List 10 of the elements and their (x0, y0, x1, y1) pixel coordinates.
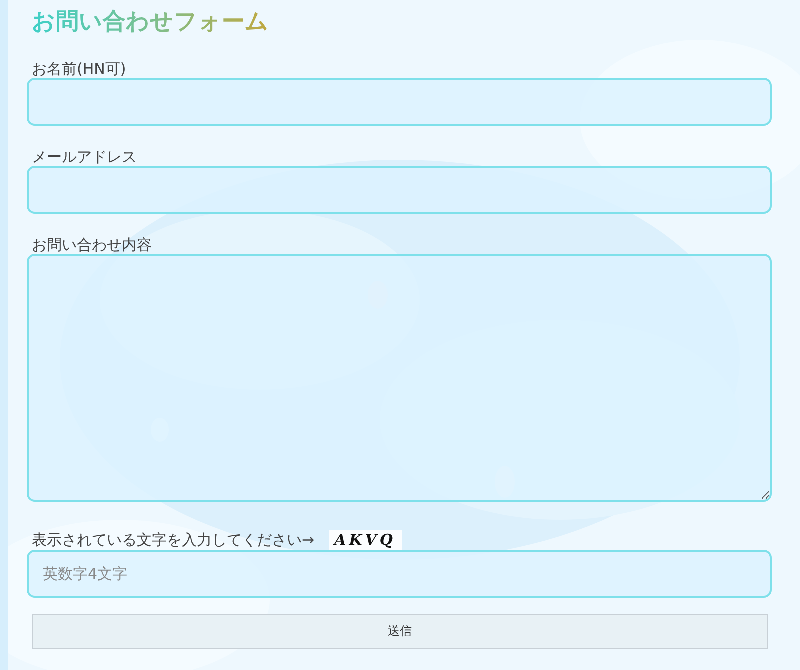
field-label: お名前(HN可) (32, 60, 126, 78)
captcha-label: 表示されている文字を入力してください→ (32, 531, 315, 549)
submit-button[interactable]: 送信 (32, 614, 768, 649)
field-label: メールアドレス (32, 148, 137, 166)
captcha-image: AKVQ (328, 530, 402, 550)
captcha-field[interactable]: 英数字4文字 (27, 550, 772, 598)
input-field[interactable] (27, 78, 772, 126)
input-field[interactable] (27, 166, 772, 214)
field-label: お問い合わせ内容 (32, 236, 152, 254)
message-field[interactable] (27, 254, 772, 502)
